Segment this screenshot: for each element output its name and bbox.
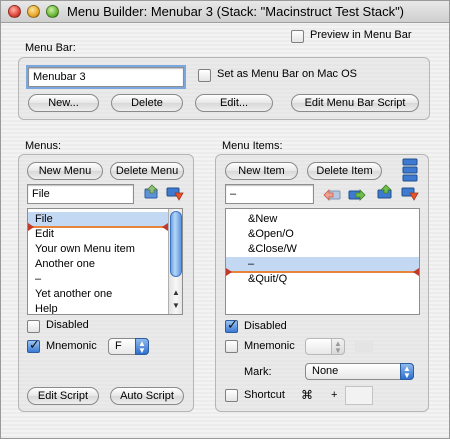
edit-menubar-button[interactable]: Edit... <box>195 94 273 112</box>
delete-item-button[interactable]: Delete Item <box>307 162 382 180</box>
preview-in-menu-bar-label: Preview in Menu Bar <box>310 29 412 41</box>
item-list-item[interactable]: – <box>226 257 419 272</box>
shortcut-plus-label: + <box>331 389 338 401</box>
move-menu-left-icon[interactable] <box>143 184 161 200</box>
command-key-icon: ⌘ <box>301 388 313 402</box>
scroll-up-arrow-icon[interactable]: ▲ <box>172 288 180 297</box>
item-name-field[interactable]: – <box>225 184 314 204</box>
delete-menubar-button[interactable]: Delete <box>111 94 183 112</box>
set-as-menubar-label: Set as Menu Bar on Mac OS <box>217 68 358 80</box>
preview-in-menu-bar-checkbox[interactable] <box>291 30 304 43</box>
item-list-item[interactable]: &Close/W <box>226 242 419 257</box>
menu-list-item[interactable]: Yet another one <box>28 287 168 302</box>
item-outdent-icon[interactable] <box>323 187 341 203</box>
shortcut-key-field[interactable] <box>345 386 373 405</box>
drop-indicator-marker <box>413 268 419 276</box>
menus-list-scrollbar[interactable]: ▲ ▼ <box>168 209 182 314</box>
item-tree-view-icon[interactable] <box>401 158 419 182</box>
new-menubar-button[interactable]: New... <box>28 94 99 112</box>
menu-mnemonic-checkbox[interactable] <box>27 337 40 353</box>
mark-label: Mark: <box>244 366 272 378</box>
menu-name-field[interactable]: File <box>27 184 134 204</box>
menu-bar-group-title: Menu Bar: <box>25 42 76 54</box>
popup-arrows-icon: ▲ ▼ <box>400 363 414 380</box>
scroll-down-arrow-icon[interactable]: ▼ <box>172 301 180 310</box>
menu-list-item[interactable]: Your own Menu item <box>28 242 168 257</box>
item-disabled-label: Disabled <box>244 320 287 332</box>
mnemonic-preview-swatch <box>355 342 373 352</box>
shortcut-label: Shortcut <box>244 389 285 401</box>
drop-indicator-line <box>28 226 168 228</box>
menu-mnemonic-value: F <box>115 340 122 352</box>
mark-value: None <box>312 365 339 377</box>
new-menu-button[interactable]: New Menu <box>27 162 103 180</box>
menu-disabled-checkbox[interactable] <box>27 320 40 333</box>
drop-indicator-line <box>226 271 419 273</box>
close-window-button[interactable] <box>8 5 21 18</box>
menus-group-title: Menus: <box>25 140 62 152</box>
menu-mnemonic-label: Mnemonic <box>46 340 97 352</box>
menu-disabled-label: Disabled <box>46 319 89 331</box>
menu-mnemonic-popup[interactable]: F ▲ ▼ <box>108 338 149 355</box>
drop-indicator-marker <box>28 223 34 231</box>
zoom-window-button[interactable] <box>46 5 59 18</box>
item-list-item[interactable]: &Open/O <box>226 227 419 242</box>
item-list-item[interactable]: &New <box>226 212 419 227</box>
menu-list-item[interactable]: Help <box>28 302 168 314</box>
menu-edit-script-button[interactable]: Edit Script <box>27 387 99 405</box>
item-mnemonic-checkbox[interactable] <box>225 340 238 353</box>
item-move-up-icon[interactable] <box>376 184 394 200</box>
new-item-button[interactable]: New Item <box>225 162 298 180</box>
drop-indicator-marker <box>226 268 232 276</box>
item-move-down-icon[interactable] <box>401 186 419 202</box>
item-indent-icon[interactable] <box>348 187 366 203</box>
popup-arrows-icon: ▲ ▼ <box>331 338 345 355</box>
item-mnemonic-popup[interactable]: ▲ ▼ <box>305 338 345 355</box>
menu-builder-window: Menu Builder: Menubar 3 (Stack: "Macinst… <box>0 0 450 439</box>
mark-popup[interactable]: None ▲ ▼ <box>305 363 414 380</box>
menus-list[interactable]: File Edit Your own Menu item Another one… <box>27 208 183 315</box>
set-as-menubar-checkbox[interactable] <box>198 69 211 82</box>
delete-menu-button[interactable]: Delete Menu <box>110 162 184 180</box>
item-disabled-checkbox[interactable] <box>225 317 238 333</box>
scrollbar-thumb[interactable] <box>170 211 182 277</box>
shortcut-checkbox[interactable] <box>225 389 238 402</box>
menu-items-list[interactable]: &New &Open/O &Close/W – &Quit/Q <box>225 208 420 315</box>
menu-list-item[interactable]: – <box>28 272 168 287</box>
window-title: Menu Builder: Menubar 3 (Stack: "Macinst… <box>67 4 405 19</box>
menu-list-item[interactable]: Edit <box>28 227 168 242</box>
title-bar: Menu Builder: Menubar 3 (Stack: "Macinst… <box>1 1 449 23</box>
menubar-name-field[interactable]: Menubar 3 <box>26 65 186 89</box>
menu-items-group-title: Menu Items: <box>222 140 283 152</box>
minimize-window-button[interactable] <box>27 5 40 18</box>
menu-list-item[interactable]: File <box>28 212 168 227</box>
edit-menubar-script-button[interactable]: Edit Menu Bar Script <box>291 94 419 112</box>
popup-arrows-icon: ▲ ▼ <box>135 338 149 355</box>
menu-auto-script-button[interactable]: Auto Script <box>110 387 184 405</box>
item-mnemonic-label: Mnemonic <box>244 340 295 352</box>
move-menu-right-icon[interactable] <box>166 186 184 202</box>
menu-list-item[interactable]: Another one <box>28 257 168 272</box>
item-list-item[interactable]: &Quit/Q <box>226 272 419 287</box>
